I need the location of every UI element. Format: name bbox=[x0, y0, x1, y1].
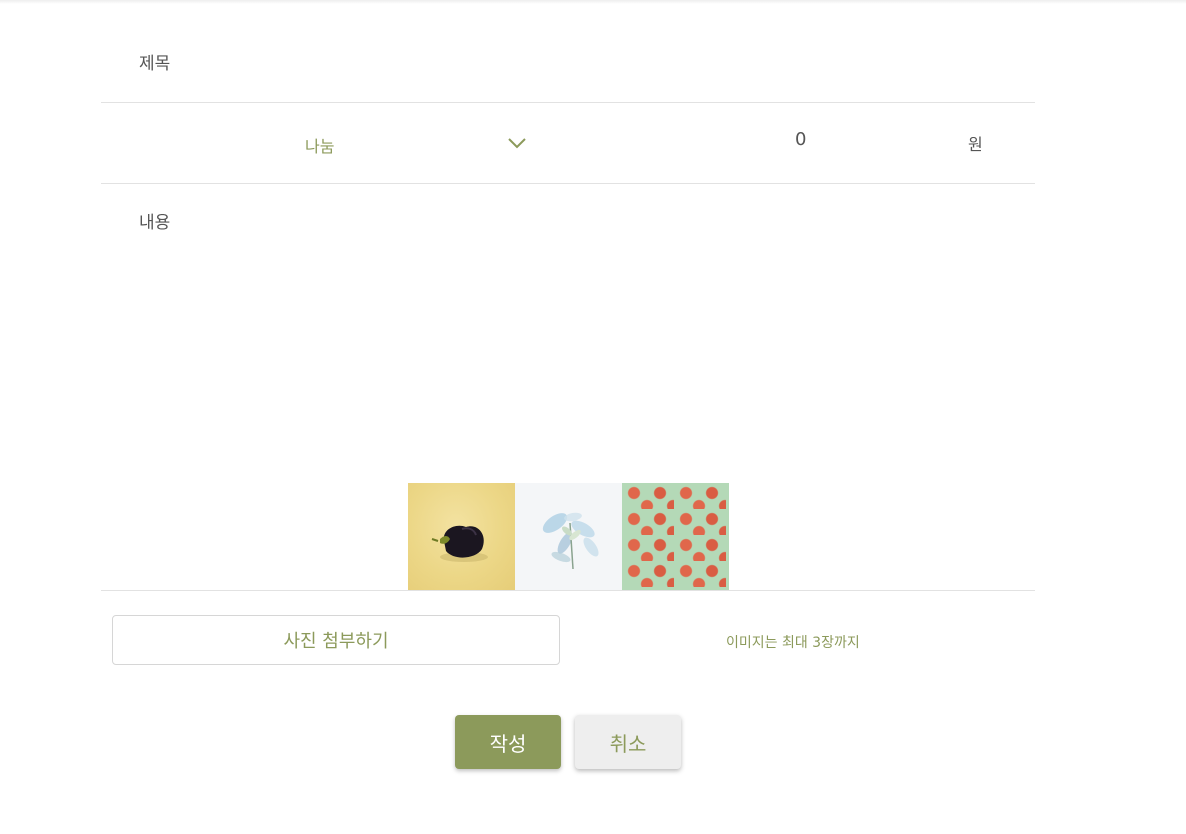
category-price-row: 나눔 0 원 bbox=[101, 103, 1035, 184]
cancel-button[interactable]: 취소 bbox=[575, 715, 681, 769]
category-select[interactable]: 나눔 bbox=[301, 127, 533, 161]
header-shadow bbox=[0, 0, 1186, 4]
image-thumbnail-leaves[interactable] bbox=[515, 483, 622, 590]
price-unit-label: 원 bbox=[968, 135, 983, 154]
tomato-pattern bbox=[622, 483, 729, 590]
image-thumbnail-eggplant[interactable] bbox=[408, 483, 515, 590]
title-input[interactable] bbox=[137, 48, 1001, 80]
category-select-value: 나눔 bbox=[305, 137, 335, 156]
eggplant-image bbox=[431, 525, 488, 562]
image-limit-note: 이미지는 최대 3장까지 bbox=[726, 635, 860, 651]
image-thumbnail-tomatoes[interactable] bbox=[622, 483, 729, 590]
title-row bbox=[101, 30, 1035, 103]
divider bbox=[101, 590, 1035, 591]
content-textarea[interactable] bbox=[137, 206, 1001, 470]
leaves-image bbox=[542, 512, 599, 570]
chevron-down-icon bbox=[508, 138, 526, 149]
image-preview-list bbox=[408, 483, 729, 590]
price-input[interactable]: 0 bbox=[795, 129, 806, 150]
submit-button[interactable]: 작성 bbox=[455, 715, 561, 769]
attach-photo-button[interactable]: 사진 첨부하기 bbox=[112, 615, 560, 665]
